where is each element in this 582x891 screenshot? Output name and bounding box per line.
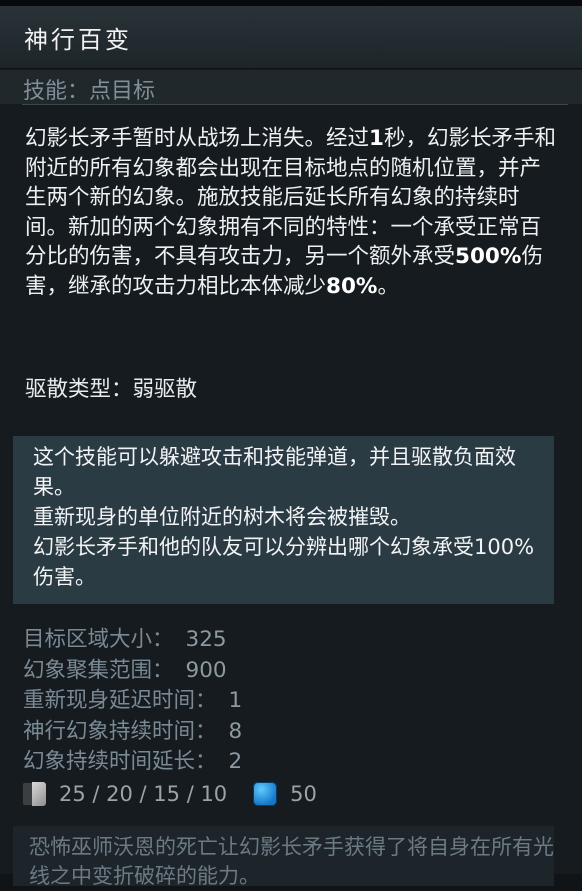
dispel-type: 驱散类型：弱驱散 [25, 377, 198, 402]
divider [22, 104, 568, 105]
attribute-label: 幻象聚集范围： [23, 657, 174, 683]
attribute-value: 8 [228, 718, 243, 744]
attribute-label: 神行幻象持续时间： [23, 718, 217, 744]
ability-costs: 25 / 20 / 15 / 10 50 [22, 779, 317, 809]
attribute-value: 900 [185, 657, 227, 683]
attribute-value: 2 [228, 749, 243, 774]
note-item: 重新现身的单位附近的树木将会被摧毁。 [33, 505, 411, 529]
mana-cost-value: 50 [290, 782, 317, 806]
description-highlight: 500% [455, 244, 522, 269]
attribute-label: 重新现身延迟时间： [23, 688, 217, 713]
attribute-row: 目标区域大小： 325 [23, 625, 563, 656]
attribute-label: 幻象持续时间延长： [23, 749, 217, 774]
ability-lore: 恐怖巫师沃恩的死亡让幻影长矛手获得了将自身在所有光线之中变折破碎的能力。 [13, 826, 554, 888]
note-item: 这个技能可以躲避攻击和技能弹道，并且驱散负面效果。 [33, 445, 516, 499]
cooldown-value: 25 / 20 / 15 / 10 [59, 782, 228, 806]
description-highlight: 1 [369, 126, 384, 151]
attribute-row: 神行幻象持续时间： 8 [23, 717, 563, 748]
cooldown-icon [22, 782, 46, 806]
description-text: 幻影长矛手暂时从战场上消失。经过 [25, 126, 370, 151]
attribute-value: 1 [228, 688, 243, 713]
ability-name: 神行百变 [24, 26, 132, 54]
skill-type-band: 技能：点目标 [0, 70, 582, 104]
attribute-row: 幻象持续时间延长： 2 [23, 747, 563, 778]
attribute-value: 325 [185, 627, 227, 652]
attribute-label: 目标区域大小： [23, 627, 174, 652]
attribute-row: 幻象聚集范围： 900 [23, 656, 563, 687]
note-item: 幻影长矛手和他的队友可以分辨出哪个幻象承受100%伤害。 [33, 535, 535, 589]
ability-tooltip: 神行百变 技能：点目标 幻影长矛手暂时从战场上消失。经过1秒，幻影长矛手和附近的… [0, 0, 582, 888]
mana-icon [253, 782, 278, 806]
description-text: 。 [377, 273, 399, 299]
ability-description: 幻影长矛手暂时从战场上消失。经过1秒，幻影长矛手和附近的所有幻象都会出现在目标地… [25, 124, 560, 301]
skill-type: 技能：点目标 [23, 79, 156, 104]
ability-attributes: 目标区域大小： 325 幻象聚集范围： 900 重新现身延迟时间： 1 神行幻象持续时… [23, 625, 563, 778]
description-highlight: 80% [326, 273, 378, 299]
tooltip-header: 神行百变 [0, 6, 582, 69]
attribute-row: 重新现身延迟时间： 1 [23, 686, 563, 717]
ability-notes: 这个技能可以躲避攻击和技能弹道，并且驱散负面效果。 重新现身的单位附近的树木将会… [13, 436, 554, 604]
